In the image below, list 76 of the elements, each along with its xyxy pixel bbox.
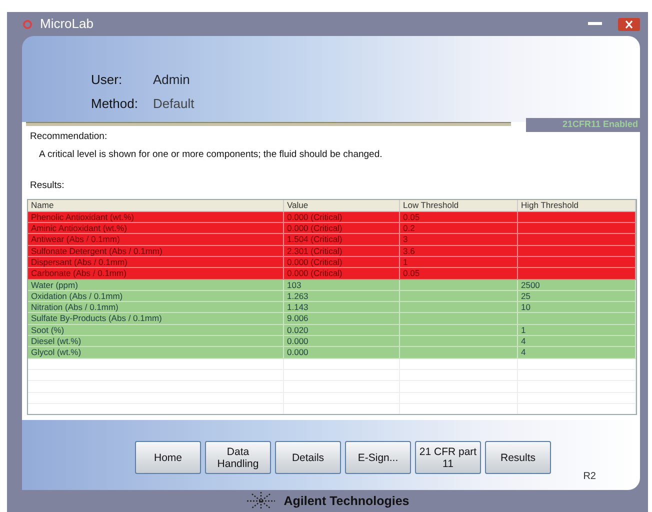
table-cell: Phenolic Antioxidant (wt.%) bbox=[28, 212, 284, 222]
table-cell: 0.05 bbox=[400, 268, 518, 279]
table-cell: 2.301 (Critical) bbox=[284, 246, 400, 256]
table-cell: Sulfate By-Products (Abs / 0.1mm) bbox=[28, 313, 284, 324]
table-cell: Nitration (Abs / 0.1mm) bbox=[28, 302, 284, 312]
table-cell: Water (ppm) bbox=[28, 280, 284, 290]
table-cell: 1.143 bbox=[284, 302, 400, 312]
table-cell: 4 bbox=[518, 336, 636, 346]
table-cell: 103 bbox=[284, 280, 400, 290]
table-cell: 1.263 bbox=[284, 290, 400, 302]
table-cell: Oxidation (Abs / 0.1mm) bbox=[28, 290, 284, 302]
table-cell: 0.000 (Critical) bbox=[284, 256, 400, 268]
company-name: Agilent Technologies bbox=[284, 492, 410, 510]
table-row[interactable]: Nitration (Abs / 0.1mm) 1.143 10 bbox=[28, 302, 636, 314]
table-cell: 1 bbox=[518, 324, 636, 336]
table-cell: 3 bbox=[400, 234, 518, 245]
table-cell: 0.000 (Critical) bbox=[284, 212, 400, 222]
field-label: Method: bbox=[91, 94, 139, 112]
app-icon bbox=[23, 20, 32, 28]
table-cell: Aminic Antioxidant (wt.%) bbox=[28, 223, 284, 234]
table-cell: Antiwear (Abs / 0.1mm) bbox=[28, 234, 284, 245]
table-cell: 0.020 bbox=[284, 324, 400, 336]
table-cell: 1 bbox=[400, 256, 518, 268]
table-cell: 2500 bbox=[518, 280, 636, 290]
table-cell: 10 bbox=[518, 302, 636, 312]
table-row[interactable]: Diesel (wt.%) 0.000 4 bbox=[28, 336, 636, 348]
table-row[interactable]: Antiwear (Abs / 0.1mm) 1.504 (Critical) 3 bbox=[28, 234, 636, 246]
window-title: MicroLab bbox=[40, 15, 94, 34]
logo-icon bbox=[246, 491, 276, 511]
revision-label: R2 bbox=[583, 470, 596, 484]
table-row[interactable]: Aminic Antioxidant (wt.%) 0.000 (Critical) 0.2 bbox=[28, 223, 636, 234]
table-row[interactable]: Sulfonate Detergent (Abs / 0.1mm) 2.301 (Critical) 3.6 bbox=[28, 246, 636, 257]
table-cell: Soot (%) bbox=[28, 324, 284, 336]
column-header: Value bbox=[284, 200, 400, 211]
table-cell: 4 bbox=[518, 347, 636, 358]
table-cell: 0.000 bbox=[284, 347, 400, 358]
table-cell: 9.006 bbox=[284, 313, 400, 324]
table-cell: Glycol (wt.%) bbox=[28, 347, 284, 358]
minimize-button[interactable] bbox=[588, 22, 602, 26]
table-row[interactable]: Carbonate (Abs / 0.1mm) 0.000 (Critical) 0.05 bbox=[28, 268, 636, 280]
table-cell: Dispersant (Abs / 0.1mm) bbox=[28, 256, 284, 268]
recommendation-text: A critical level is shown for one or more components; the fluid should be changed. bbox=[39, 148, 384, 162]
table-cell: 1.504 (Critical) bbox=[284, 234, 400, 245]
nav-button[interactable]: E-Sign... bbox=[345, 441, 411, 474]
close-button[interactable] bbox=[618, 18, 640, 30]
table-row[interactable]: Soot (%) 0.020 1 bbox=[28, 324, 636, 336]
nav-button[interactable]: Details bbox=[275, 441, 341, 474]
compliance-status: 21CFR11 Enabled bbox=[526, 118, 640, 132]
table-row[interactable]: Water (ppm) 103 2500 bbox=[28, 280, 636, 291]
results-label: Results: bbox=[30, 178, 66, 192]
nav-button[interactable]: Results bbox=[485, 441, 551, 474]
nav-button[interactable]: 21 CFR part 11 bbox=[415, 441, 481, 474]
column-header: Name bbox=[28, 200, 284, 211]
nav-button[interactable]: Home bbox=[135, 441, 201, 474]
table-row[interactable]: Phenolic Antioxidant (wt.%) 0.000 (Critical) 0.05 bbox=[28, 212, 636, 224]
table-row[interactable]: Glycol (wt.%) 0.000 4 bbox=[28, 347, 636, 359]
table-cell: 0.000 (Critical) bbox=[284, 268, 400, 279]
nav-button[interactable]: Data Handling bbox=[205, 441, 271, 474]
field-value: Admin bbox=[153, 71, 190, 89]
table-cell: 0.05 bbox=[400, 212, 518, 222]
table-cell: 0.2 bbox=[400, 223, 518, 234]
recommendation-label: Recommendation: bbox=[30, 130, 108, 144]
column-header: High Threshold bbox=[518, 200, 636, 211]
field-label: User: bbox=[91, 71, 124, 89]
table-cell: Sulfonate Detergent (Abs / 0.1mm) bbox=[28, 246, 284, 256]
table-cell: 0.000 (Critical) bbox=[284, 223, 400, 234]
column-header: Low Threshold bbox=[400, 200, 518, 211]
field-value: Default bbox=[153, 94, 194, 112]
table-cell: Diesel (wt.%) bbox=[28, 336, 284, 346]
table-row[interactable]: Dispersant (Abs / 0.1mm) 0.000 (Critical) 1 bbox=[28, 256, 636, 268]
table-row[interactable]: Sulfate By-Products (Abs / 0.1mm) 9.006 bbox=[28, 313, 636, 325]
table-cell: 0.000 bbox=[284, 336, 400, 346]
table-row[interactable]: Oxidation (Abs / 0.1mm) 1.263 25 bbox=[28, 290, 636, 302]
table-cell: Carbonate (Abs / 0.1mm) bbox=[28, 268, 284, 279]
table-cell: 25 bbox=[518, 290, 636, 302]
table-cell: 3.6 bbox=[400, 246, 518, 256]
